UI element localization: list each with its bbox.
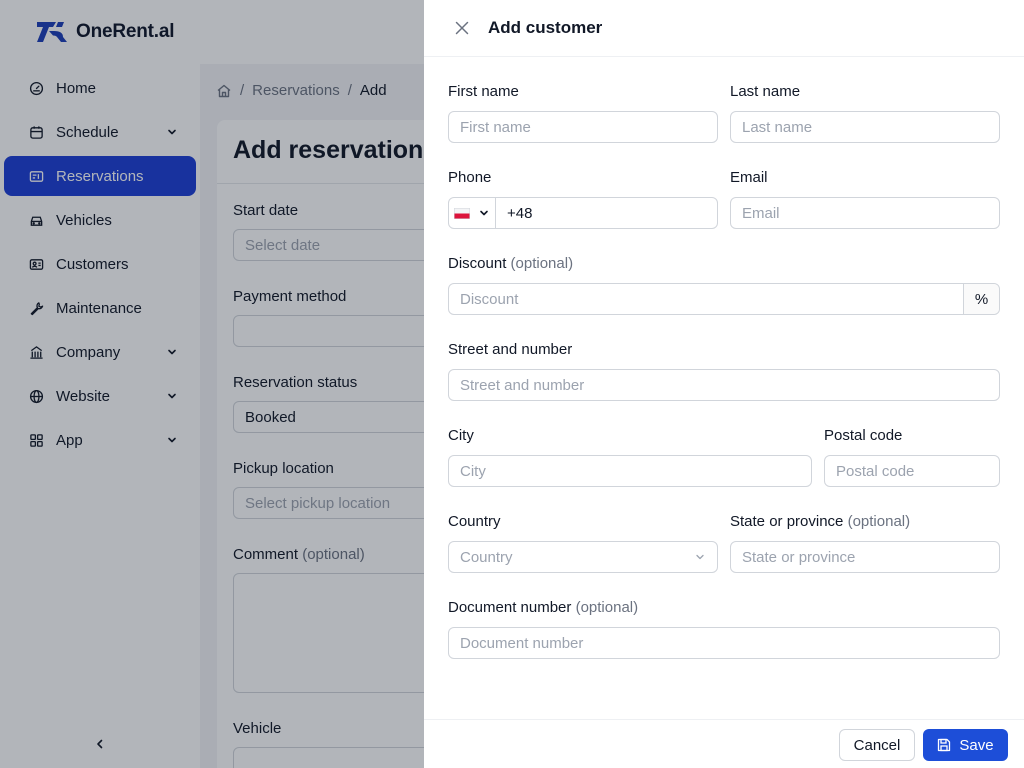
close-icon bbox=[455, 21, 469, 35]
optional-hint: (optional) bbox=[575, 599, 639, 616]
last-name-input[interactable] bbox=[730, 111, 1000, 143]
state-input[interactable] bbox=[730, 541, 1000, 573]
drawer-footer: Cancel Save bbox=[424, 719, 1024, 768]
phone-label: Phone bbox=[448, 169, 492, 186]
street-input[interactable] bbox=[448, 369, 1000, 401]
discount-field: % bbox=[448, 283, 1000, 315]
email-input[interactable] bbox=[730, 197, 1000, 229]
phone-field bbox=[448, 197, 718, 229]
add-customer-drawer: Add customer First name Last name Phone … bbox=[424, 0, 1024, 768]
discount-input[interactable] bbox=[449, 284, 963, 314]
chevron-down-icon bbox=[480, 210, 488, 216]
document-number-label-text: Document number bbox=[448, 599, 572, 616]
discount-label-text: Discount bbox=[448, 255, 507, 272]
optional-hint: (optional) bbox=[847, 513, 911, 530]
drawer-header: Add customer bbox=[424, 0, 1024, 57]
last-name-label: Last name bbox=[730, 83, 801, 100]
city-label: City bbox=[448, 427, 474, 444]
country-select-placeholder: Country bbox=[460, 548, 513, 566]
phone-input[interactable] bbox=[496, 198, 717, 228]
postal-code-label: Postal code bbox=[824, 427, 903, 444]
first-name-label: First name bbox=[448, 83, 519, 100]
save-button-label: Save bbox=[959, 736, 994, 754]
close-button[interactable] bbox=[452, 18, 472, 38]
state-label: State or province (optional) bbox=[730, 513, 910, 530]
save-icon bbox=[938, 738, 951, 752]
drawer-title: Add customer bbox=[488, 18, 603, 37]
chevron-down-icon bbox=[696, 554, 704, 560]
first-name-input[interactable] bbox=[448, 111, 718, 143]
city-input[interactable] bbox=[448, 455, 812, 487]
cancel-button[interactable]: Cancel bbox=[839, 729, 915, 761]
postal-code-input[interactable] bbox=[824, 455, 1000, 487]
document-number-label: Document number (optional) bbox=[448, 599, 638, 616]
country-label: Country bbox=[448, 513, 501, 530]
document-number-input[interactable] bbox=[448, 627, 1000, 659]
save-button[interactable]: Save bbox=[923, 729, 1008, 761]
state-label-text: State or province bbox=[730, 513, 844, 530]
country-select[interactable]: Country bbox=[448, 541, 718, 573]
street-label: Street and number bbox=[448, 341, 573, 358]
phone-country-select[interactable] bbox=[449, 198, 496, 228]
email-label: Email bbox=[730, 169, 768, 186]
poland-flag-icon bbox=[454, 207, 470, 219]
percent-suffix: % bbox=[963, 284, 999, 314]
discount-label: Discount (optional) bbox=[448, 255, 573, 272]
optional-hint: (optional) bbox=[510, 255, 574, 272]
